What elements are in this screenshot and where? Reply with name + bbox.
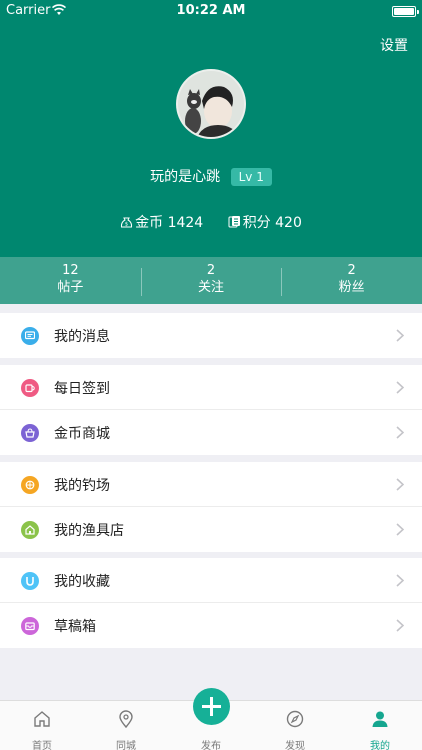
tab-local-label: 同城 — [116, 741, 136, 750]
points-label: 积分 420 — [242, 215, 302, 231]
tab-local[interactable]: 同城 — [84, 701, 168, 750]
menu-group-content: 我的收藏 草稿箱 — [0, 558, 422, 648]
tab-discover[interactable]: 发现 — [253, 701, 337, 750]
location-pin-icon — [119, 710, 133, 729]
menu-group-places: 我的钓场 我的渔具店 — [0, 462, 422, 552]
menu-item-label: 金币商城 — [54, 426, 110, 442]
shop-bag-icon — [21, 424, 39, 442]
tab-discover-label: 发现 — [285, 741, 305, 750]
stat-following-count: 2 — [206, 263, 216, 278]
tab-mine-label: 我的 — [370, 741, 390, 750]
menu-item-my-spot[interactable]: 我的钓场 — [0, 462, 422, 507]
coins-label: 金币 1424 — [135, 215, 204, 231]
stat-posts-label: 帖子 — [57, 280, 84, 295]
profile-header: Carrier 10:22 AM 设置 玩的是心跳 Lv 1 $ 金币 1424… — [0, 0, 422, 257]
username: 玩的是心跳 — [150, 169, 221, 185]
chevron-right-icon — [396, 478, 404, 491]
store-icon — [21, 521, 39, 539]
level-badge: Lv 1 — [230, 168, 272, 186]
favorites-magnet-icon — [21, 572, 39, 590]
coins-item[interactable]: $ 金币 1424 — [120, 212, 203, 232]
chevron-right-icon — [396, 619, 404, 632]
chevron-right-icon — [396, 329, 404, 342]
menu-item-favorites[interactable]: 我的收藏 — [0, 558, 422, 603]
stat-followers[interactable]: 2 粉丝 — [281, 257, 422, 304]
stat-followers-label: 粉丝 — [338, 280, 365, 295]
tab-home-label: 首页 — [32, 741, 52, 750]
user-info-row: 玩的是心跳 Lv 1 — [0, 166, 422, 186]
points-stack-icon — [228, 216, 240, 228]
home-icon — [34, 711, 50, 727]
fishing-spot-icon — [21, 476, 39, 494]
checkin-cup-icon — [21, 379, 39, 397]
message-icon — [21, 327, 39, 345]
menu-item-checkin[interactable]: 每日签到 — [0, 365, 422, 410]
chevron-right-icon — [396, 381, 404, 394]
points-item[interactable]: 积分 420 — [228, 212, 302, 232]
compass-icon — [286, 710, 304, 728]
tab-mine[interactable]: 我的 — [338, 701, 422, 750]
svg-text:$: $ — [125, 222, 128, 228]
stat-following-label: 关注 — [198, 280, 225, 295]
post-plus-button[interactable] — [193, 688, 230, 725]
battery-icon — [392, 6, 419, 17]
menu-item-messages[interactable]: 我的消息 — [0, 313, 422, 358]
menu-group-messages: 我的消息 — [0, 313, 422, 358]
menu-item-coin-mall[interactable]: 金币商城 — [0, 410, 422, 455]
menu-item-label: 每日签到 — [54, 381, 110, 397]
menu-item-label: 草稿箱 — [54, 619, 96, 635]
menu-item-tackle-shop[interactable]: 我的渔具店 — [0, 507, 422, 552]
menu-item-label: 我的渔具店 — [54, 523, 124, 539]
stat-followers-count: 2 — [347, 263, 356, 278]
menu-item-label: 我的消息 — [54, 329, 110, 345]
stat-following[interactable]: 2 关注 — [140, 257, 282, 304]
settings-button[interactable]: 设置 — [380, 35, 408, 55]
wallet-row: $ 金币 1424 积分 420 — [0, 212, 422, 232]
chevron-right-icon — [396, 523, 404, 536]
stats-bar: 12 帖子 2 关注 2 粉丝 — [0, 257, 422, 304]
menu-item-label: 我的钓场 — [54, 478, 110, 494]
tab-home[interactable]: 首页 — [0, 701, 84, 750]
status-bar: Carrier 10:22 AM — [0, 0, 422, 22]
stat-posts-count: 12 — [62, 263, 79, 278]
user-icon — [372, 711, 388, 727]
coin-bag-icon: $ — [121, 217, 133, 228]
drafts-inbox-icon — [21, 617, 39, 635]
menu-item-label: 我的收藏 — [54, 574, 110, 590]
chevron-right-icon — [396, 426, 404, 439]
chevron-right-icon — [396, 574, 404, 587]
avatar[interactable] — [176, 69, 246, 139]
stat-posts[interactable]: 12 帖子 — [0, 257, 141, 304]
menu-item-drafts[interactable]: 草稿箱 — [0, 603, 422, 648]
tab-post-label: 发布 — [201, 741, 221, 750]
menu-group-rewards: 每日签到 金币商城 — [0, 365, 422, 455]
status-time: 10:22 AM — [176, 3, 246, 18]
